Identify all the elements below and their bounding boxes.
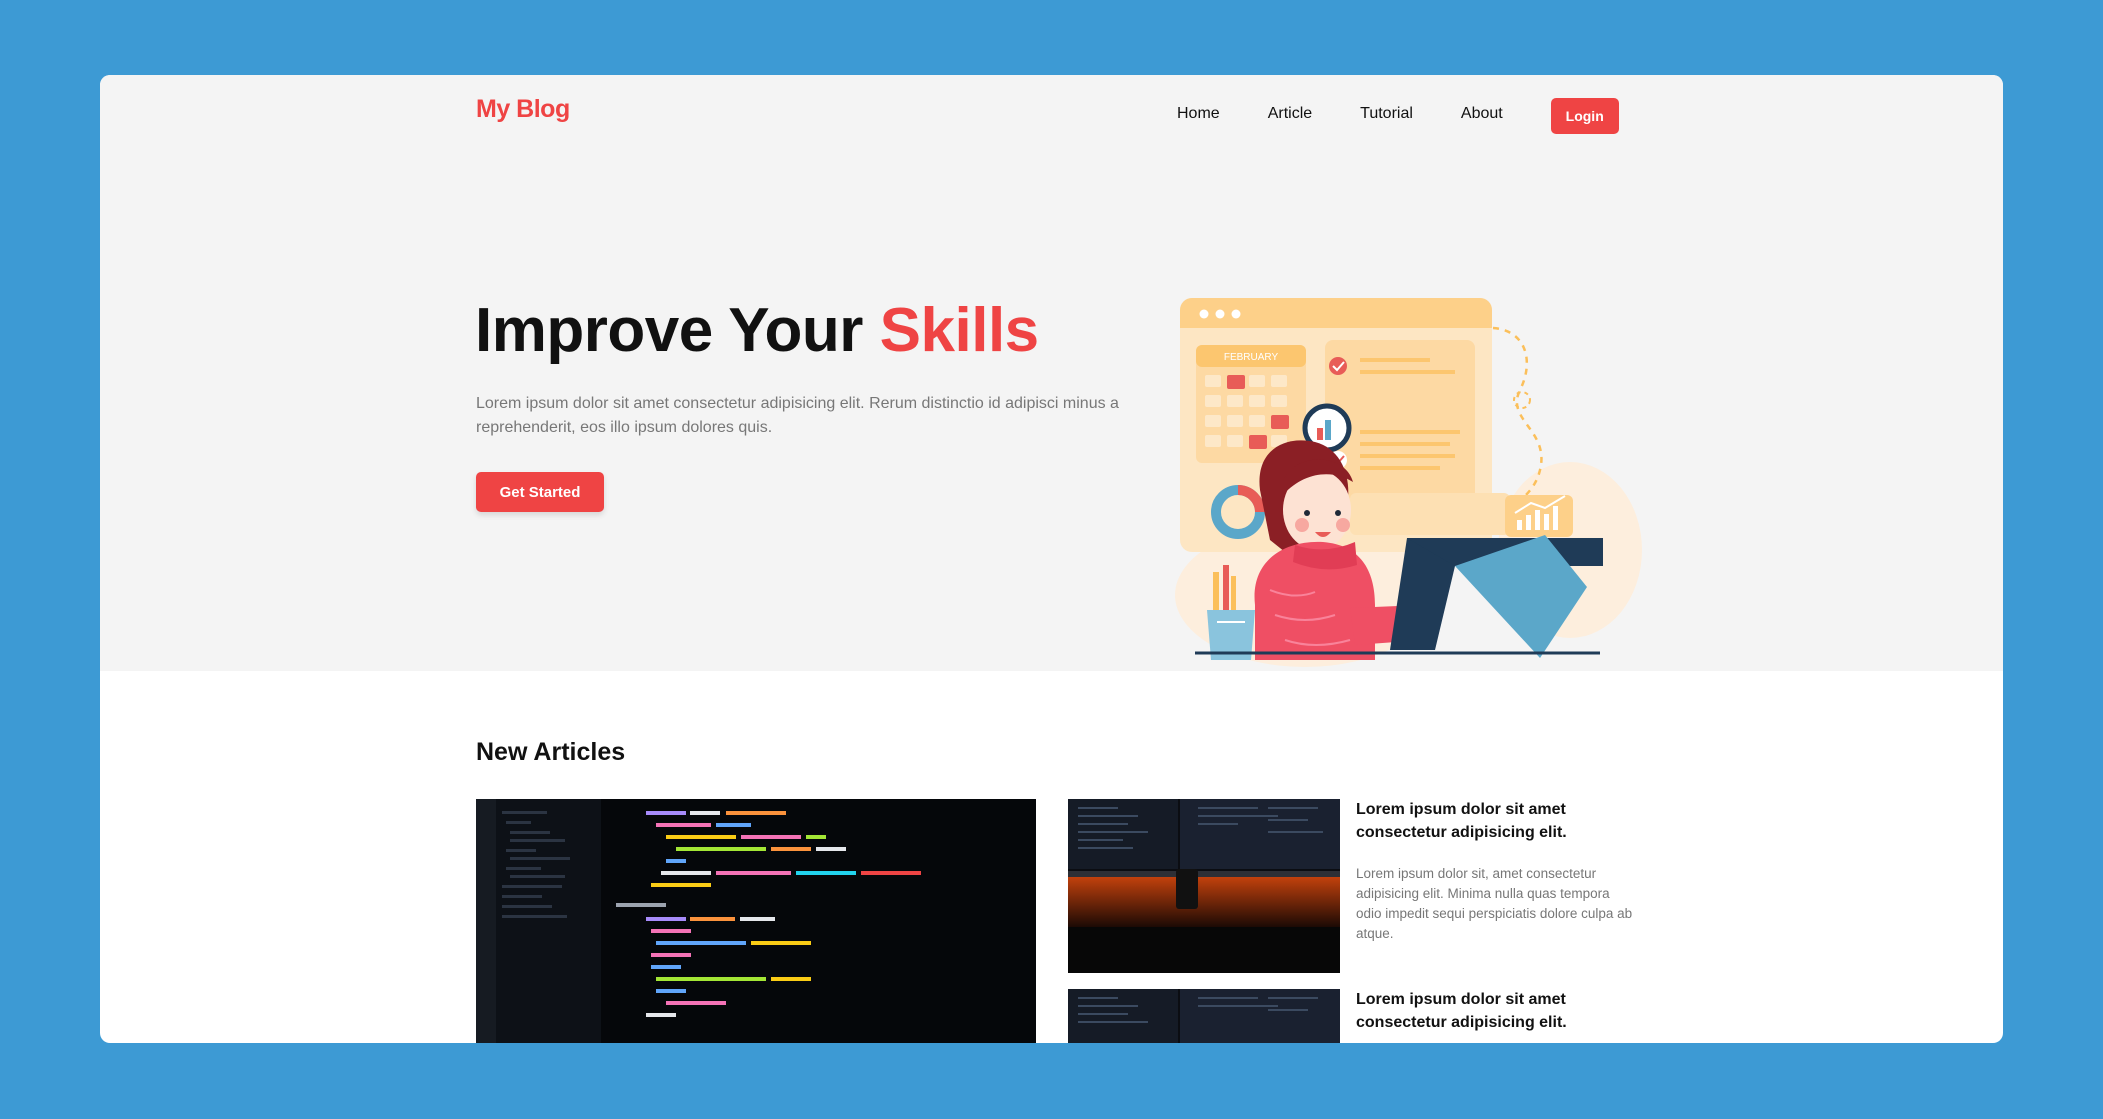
hero-title-accent: Skills (879, 296, 1040, 365)
article-thumbnail-1[interactable] (1068, 799, 1340, 973)
hero-description: Lorem ipsum dolor sit amet consectetur a… (476, 395, 1119, 436)
browser-frame: My Blog Home Article Tutorial About Logi… (100, 75, 2003, 1043)
nav-article[interactable]: Article (1268, 105, 1312, 123)
article-title-1[interactable]: Lorem ipsum dolor sit amet consectetur a… (1356, 798, 1596, 844)
nav-tutorial[interactable]: Tutorial (1360, 105, 1413, 123)
section-title-new-articles: New Articles (476, 738, 626, 766)
hero-illustration: FEBRUARY (1175, 298, 1642, 667)
article-excerpt-1: Lorem ipsum dolor sit, amet consectetur … (1356, 866, 1633, 941)
monitor-icon (1390, 535, 1603, 658)
site-logo[interactable]: My Blog (476, 95, 570, 124)
main-nav: Home Article Tutorial About Login (1177, 93, 1619, 134)
featured-article-image[interactable] (476, 799, 1036, 1043)
code-editor-screenshot (476, 799, 1036, 1043)
stats-card (1350, 493, 1510, 535)
hero-title-main: Improve Your (475, 296, 880, 365)
nav-about[interactable]: About (1461, 105, 1503, 123)
hero-title: Improve Your Skills (475, 295, 1039, 366)
bar-chart-icon (1505, 495, 1573, 537)
hero-section (100, 75, 2003, 671)
article-title-2[interactable]: Lorem ipsum dolor sit amet consectetur a… (1356, 988, 1596, 1034)
nav-home[interactable]: Home (1177, 105, 1220, 123)
monitors-screenshot (1068, 989, 1340, 1043)
login-button[interactable]: Login (1550, 98, 1619, 134)
calendar-month: FEBRUARY (1224, 352, 1279, 363)
get-started-button[interactable]: Get Started (476, 472, 604, 512)
article-thumbnail-2[interactable] (1068, 989, 1340, 1043)
monitors-screenshot (1068, 799, 1340, 973)
